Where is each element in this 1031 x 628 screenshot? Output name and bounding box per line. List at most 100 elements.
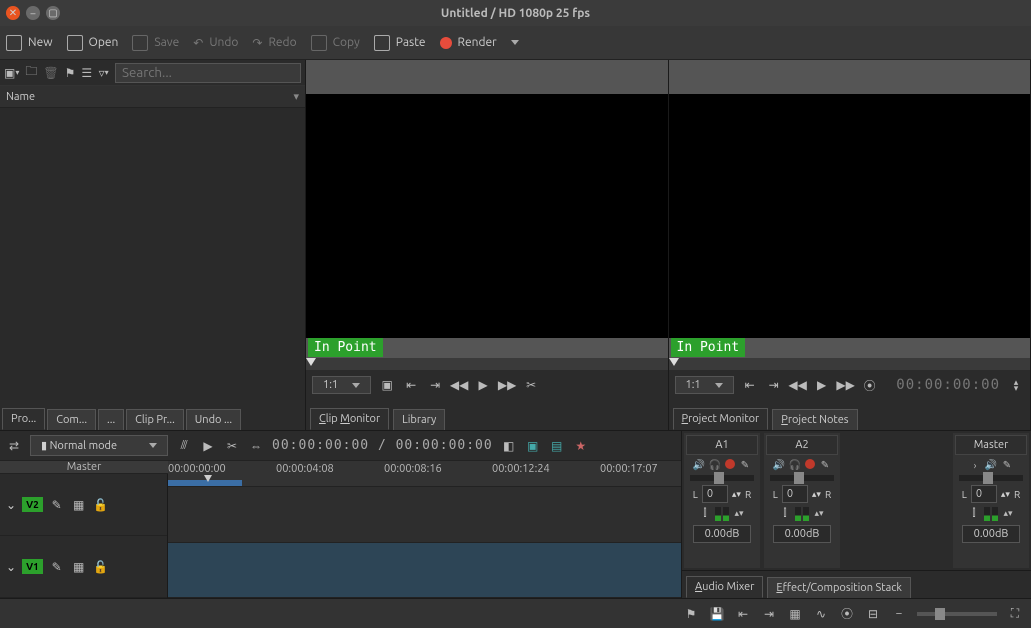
timeline-playhead[interactable]	[204, 475, 212, 482]
clip-forward-button[interactable]: ▶▶	[499, 377, 515, 393]
proj-forward-button[interactable]: ▶▶	[838, 377, 854, 393]
track-head-v2[interactable]: ⌄ V2 ✎ ▦ 🔓	[0, 474, 167, 536]
list-view-button[interactable]: ☰	[81, 65, 92, 81]
clip-monitor-video[interactable]	[306, 94, 668, 338]
expand-icon[interactable]: ›	[969, 459, 981, 471]
bin-name-header[interactable]: Name ▾	[0, 86, 305, 108]
tab-compositions[interactable]: Com...	[47, 409, 96, 430]
tab-undo-history[interactable]: Undo ...	[186, 409, 241, 430]
channel-db[interactable]: 0.00dB	[962, 525, 1020, 543]
add-folder-button[interactable]: 🗀	[25, 65, 37, 81]
status-wave-icon[interactable]: ∿	[813, 606, 829, 622]
paste-button[interactable]: Paste	[374, 35, 426, 51]
clip-zoom-select[interactable]: 1:1	[312, 376, 371, 394]
pan-input[interactable]	[971, 485, 997, 503]
tab-clip-monitor[interactable]: Clip Monitor	[310, 408, 389, 430]
tab-project[interactable]: Pro...	[2, 408, 45, 430]
delete-clip-button[interactable]: 🗑	[43, 65, 58, 81]
status-save-icon[interactable]: 💾	[709, 606, 725, 622]
track-v1[interactable]	[168, 543, 681, 599]
status-prev-icon[interactable]: ⇤	[735, 606, 751, 622]
tag-button[interactable]: ⚑	[65, 65, 76, 81]
undo-button[interactable]: ↶Undo	[193, 36, 238, 50]
solo-icon[interactable]: 🎧	[789, 459, 801, 471]
search-input[interactable]	[115, 63, 301, 83]
record-icon[interactable]	[725, 459, 735, 469]
fx-icon[interactable]: ✎	[819, 459, 831, 471]
record-icon[interactable]	[805, 459, 815, 469]
status-thumb-icon[interactable]: ▦	[787, 606, 803, 622]
channel-db[interactable]: 0.00dB	[693, 525, 751, 543]
add-clip-button[interactable]: ▣▾	[4, 65, 19, 81]
status-snap-icon[interactable]: ⊟	[865, 606, 881, 622]
channel-db[interactable]: 0.00dB	[773, 525, 831, 543]
render-button[interactable]: Render	[440, 36, 497, 49]
pan-input[interactable]	[702, 485, 728, 503]
tab-audio-mixer[interactable]: Audio Mixer	[686, 576, 763, 598]
edit-mode-select[interactable]: ▮ Normal mode	[30, 435, 168, 456]
fx-icon[interactable]: ✎	[1001, 459, 1013, 471]
mute-icon[interactable]: 🔊	[693, 459, 705, 471]
tab-library[interactable]: Library	[393, 409, 445, 430]
solo-icon[interactable]: 🎧	[709, 459, 721, 471]
clip-marker-button[interactable]: ✂	[523, 377, 539, 393]
track-hide-icon[interactable]: ▦	[71, 559, 87, 575]
proj-timecode-stepper[interactable]: ▴▾	[1008, 377, 1024, 393]
tab-clip-properties[interactable]: Clip Pr...	[126, 409, 184, 430]
tool-select-button[interactable]: ▶	[200, 438, 216, 454]
track-hide-icon[interactable]: ▦	[71, 497, 87, 513]
status-marker-icon[interactable]: ⦿	[839, 606, 855, 622]
tool-favorite-button[interactable]: ★	[573, 438, 589, 454]
proj-go-start-button[interactable]: ⇤	[742, 377, 758, 393]
mute-icon[interactable]: 🔊	[773, 459, 785, 471]
copy-button[interactable]: Copy	[311, 35, 360, 51]
channel-slider[interactable]	[690, 475, 754, 481]
project-monitor-ruler[interactable]	[669, 358, 1031, 370]
clip-play-button[interactable]: ▶	[475, 377, 491, 393]
mute-icon[interactable]: 🔊	[985, 459, 997, 471]
track-lock-icon[interactable]: 🔓	[93, 497, 109, 513]
proj-zoom-select[interactable]: 1:1	[675, 376, 734, 394]
track-v2[interactable]	[168, 487, 681, 543]
zoom-slider[interactable]	[917, 612, 997, 616]
tool-insert-button[interactable]: ⇔	[248, 438, 264, 454]
proj-go-end-button[interactable]: ⇥	[766, 377, 782, 393]
bin-list[interactable]	[0, 108, 305, 400]
master-track-head[interactable]: Master	[0, 461, 168, 474]
proj-rewind-button[interactable]: ◀◀	[790, 377, 806, 393]
expand-icon[interactable]: ⌄	[6, 498, 16, 512]
timeline-ruler[interactable]: 00:00:00:00 00:00:04:08 00:00:08:16 00:0…	[168, 461, 681, 487]
project-monitor-video[interactable]	[669, 94, 1031, 338]
clip-monitor-ruler[interactable]	[306, 358, 668, 370]
track-lock-icon[interactable]: 🔓	[93, 559, 109, 575]
filter-button[interactable]: ▿▾	[98, 65, 109, 81]
channel-slider[interactable]	[959, 475, 1023, 481]
zoom-out-icon[interactable]: −	[891, 606, 907, 622]
zoom-fit-icon[interactable]: ⛶	[1007, 606, 1023, 622]
new-button[interactable]: New	[6, 35, 53, 51]
redo-button[interactable]: ↷Redo	[252, 36, 296, 50]
clip-go-end-button[interactable]: ⇥	[427, 377, 443, 393]
tool-lift-button[interactable]: ▤	[549, 438, 565, 454]
proj-marker-button[interactable]: ⦿	[862, 377, 878, 393]
tab-project-notes[interactable]: Project Notes	[772, 409, 857, 430]
clip-setpoint-button[interactable]: ▣	[379, 377, 395, 393]
channel-slider[interactable]	[770, 475, 834, 481]
tab-project-monitor[interactable]: Project Monitor	[673, 408, 769, 430]
clip-rewind-button[interactable]: ◀◀	[451, 377, 467, 393]
track-effects-icon[interactable]: ✎	[49, 497, 65, 513]
proj-play-button[interactable]: ▶	[814, 377, 830, 393]
open-button[interactable]: Open	[67, 35, 119, 51]
fx-icon[interactable]: ✎	[739, 459, 751, 471]
tool-zone-button[interactable]: ◧	[501, 438, 517, 454]
tab-more[interactable]: ...	[98, 409, 124, 430]
track-effects-icon[interactable]: ✎	[49, 559, 65, 575]
status-tag-icon[interactable]: ⚑	[683, 606, 699, 622]
save-button[interactable]: Save	[132, 35, 179, 51]
pan-input[interactable]	[782, 485, 808, 503]
expand-icon[interactable]: ⌄	[6, 560, 16, 574]
timeline-settings-button[interactable]: ⇄	[6, 438, 22, 454]
tab-effect-stack[interactable]: Effect/Composition Stack	[767, 577, 911, 598]
tool-overwrite-button[interactable]: ▣	[525, 438, 541, 454]
toolbar-overflow-icon[interactable]	[511, 40, 519, 45]
